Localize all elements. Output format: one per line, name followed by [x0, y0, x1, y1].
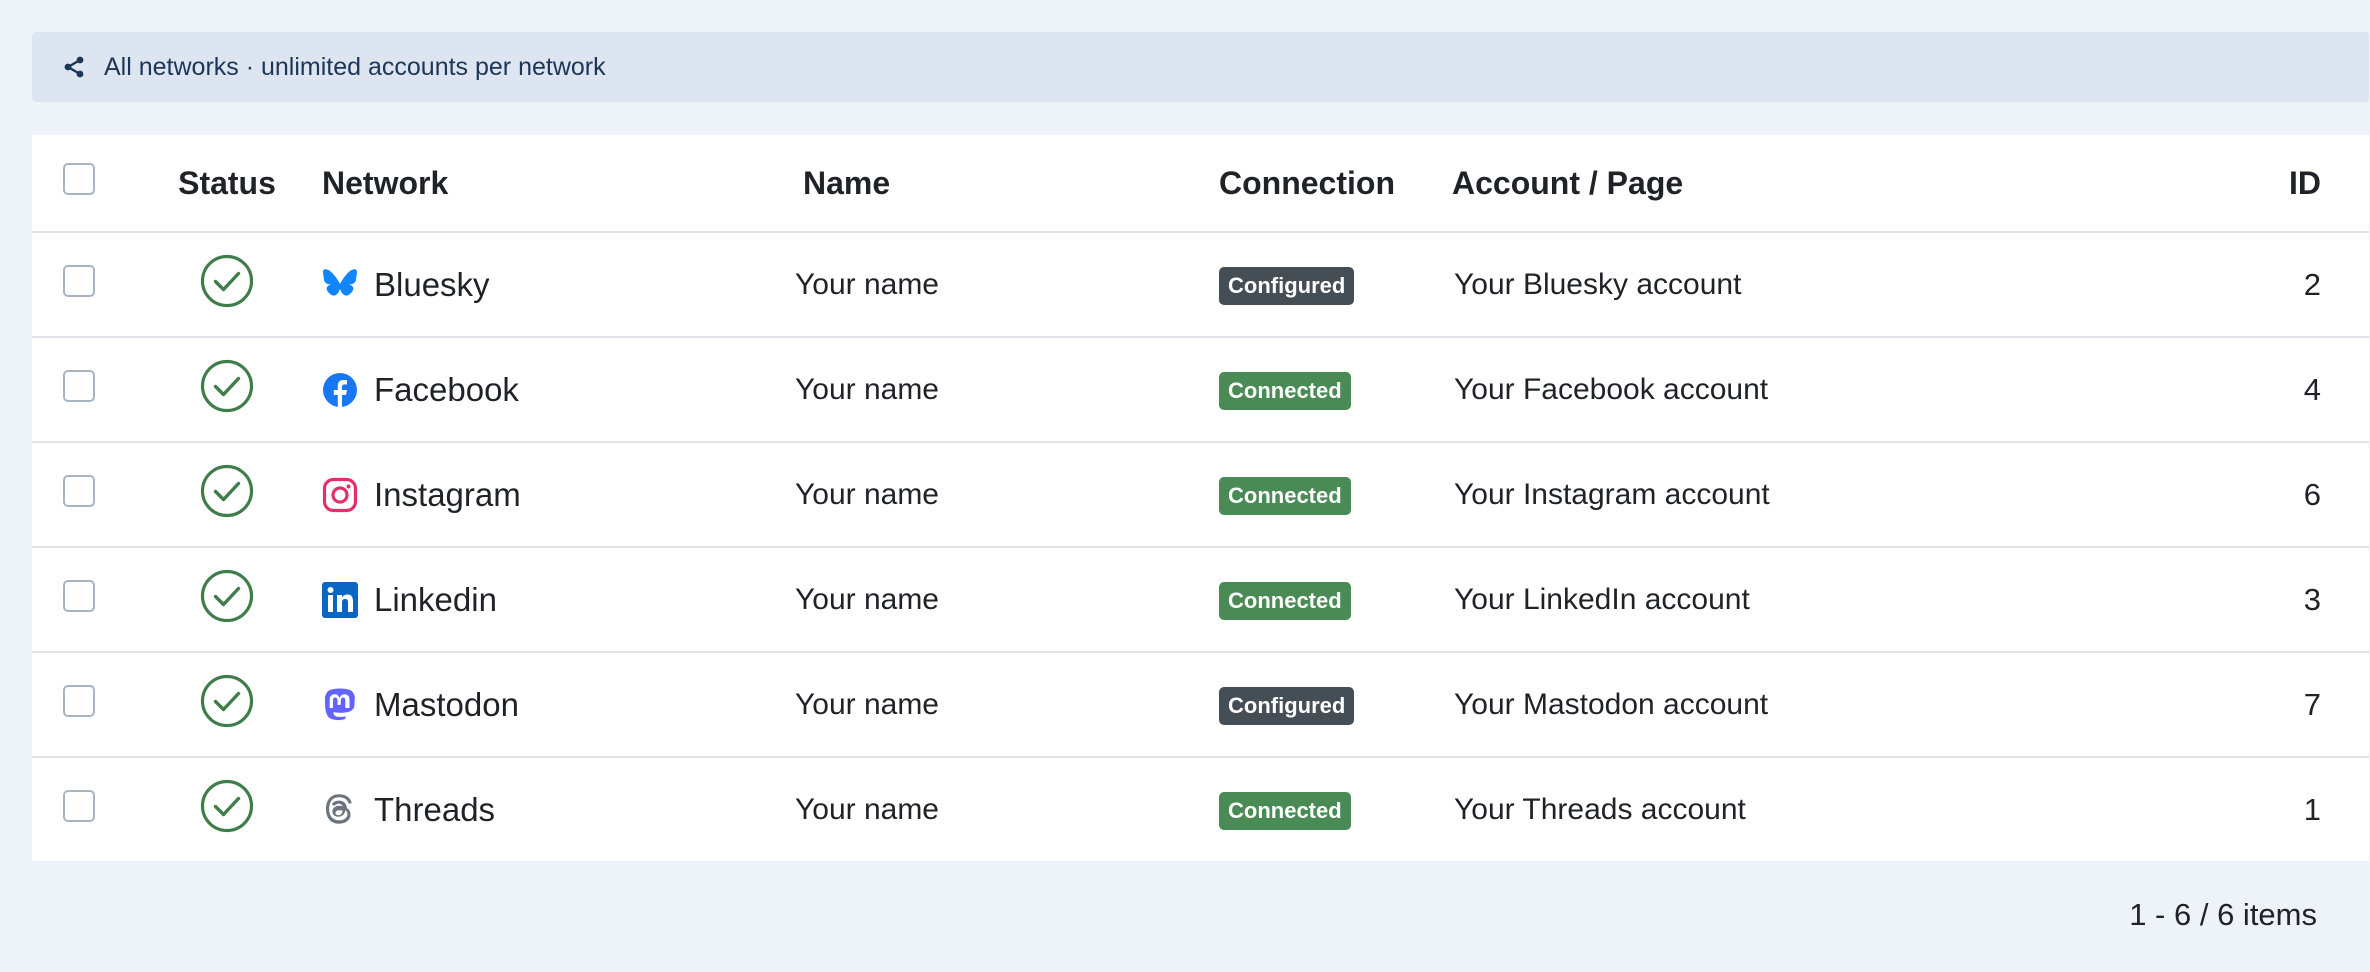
- connection-status-badge: Configured: [1219, 266, 1355, 305]
- row-select-cell: [32, 232, 132, 337]
- connection-status-badge: Connected: [1219, 371, 1351, 410]
- column-header-connection[interactable]: Connection: [1219, 135, 1452, 232]
- row-checkbox[interactable]: [63, 579, 95, 612]
- select-all-checkbox[interactable]: [63, 163, 95, 195]
- table-row[interactable]: Mastodon Your name Configured Your Mastodon…: [32, 652, 2369, 757]
- network-cell: Instagram: [322, 442, 789, 547]
- select-all-cell: [32, 135, 132, 232]
- name-cell[interactable]: Your name: [789, 547, 1219, 652]
- network-cell: Facebook: [322, 337, 789, 442]
- connection-cell: Connected: [1219, 757, 1452, 862]
- row-checkbox[interactable]: [63, 369, 95, 402]
- network-cell: Threads: [322, 757, 789, 862]
- status-cell: [132, 337, 322, 442]
- account-cell: Your Facebook account: [1454, 372, 1769, 406]
- pagination-summary: 1 - 6 / 6 items: [2129, 897, 2317, 932]
- table-row[interactable]: Threads Your name Connected Your Threads ac…: [32, 757, 2369, 862]
- table-header-row: Status Network Name Connection Account /…: [32, 135, 2369, 232]
- table-row[interactable]: Instagram Your name Connected Your Instagra…: [32, 442, 2369, 547]
- status-cell: [132, 547, 322, 652]
- info-banner: All networks · unlimited accounts per ne…: [32, 32, 2369, 102]
- info-banner-text: All networks · unlimited accounts per ne…: [104, 52, 606, 81]
- column-header-status[interactable]: Status: [132, 135, 322, 232]
- check-circle-icon[interactable]: [200, 464, 254, 518]
- account-cell: Your LinkedIn account: [1454, 582, 1750, 616]
- network-label[interactable]: Instagram: [374, 476, 521, 514]
- mastodon-icon: [322, 687, 358, 723]
- account-cell: Your Threads account: [1454, 793, 1746, 826]
- account-cell: Your Mastodon account: [1454, 687, 1769, 721]
- id-cell: 2: [2303, 266, 2321, 302]
- connection-status-badge: Connected: [1219, 476, 1351, 515]
- instagram-icon: [322, 477, 358, 513]
- accounts-table: Status Network Name Connection Account /…: [32, 135, 2369, 861]
- id-cell: 3: [2303, 581, 2321, 617]
- network-label[interactable]: Threads: [374, 791, 495, 829]
- id-cell: 4: [2303, 371, 2321, 407]
- network-cell: Linkedin: [322, 547, 789, 652]
- table-row[interactable]: Bluesky Your name Configured Your Bluesky a…: [32, 232, 2369, 337]
- threads-icon: [322, 792, 358, 828]
- row-checkbox[interactable]: [63, 790, 95, 822]
- connection-status-badge: Configured: [1219, 686, 1355, 725]
- check-circle-icon[interactable]: [200, 779, 254, 833]
- network-label[interactable]: Mastodon: [374, 686, 519, 724]
- name-cell[interactable]: Your name: [789, 442, 1219, 547]
- network-cell: Mastodon: [322, 652, 789, 757]
- connection-cell: Connected: [1219, 547, 1452, 652]
- network-cell: Bluesky: [322, 232, 789, 337]
- row-select-cell: [32, 547, 132, 652]
- table-row[interactable]: Linkedin Your name Connected Your LinkedIn …: [32, 547, 2369, 652]
- row-select-cell: [32, 652, 132, 757]
- status-cell: [132, 232, 322, 337]
- check-circle-icon[interactable]: [200, 569, 254, 623]
- id-cell: 7: [2303, 686, 2321, 722]
- account-cell: Your Bluesky account: [1454, 267, 1742, 301]
- status-cell: [132, 652, 322, 757]
- network-label[interactable]: Facebook: [374, 371, 519, 409]
- id-cell: 6: [2303, 476, 2321, 512]
- connection-status-badge: Connected: [1219, 792, 1351, 830]
- status-cell: [132, 442, 322, 547]
- network-label[interactable]: Bluesky: [374, 266, 490, 304]
- connection-cell: Connected: [1219, 337, 1452, 442]
- id-cell: 1: [2303, 792, 2321, 827]
- account-cell: Your Instagram account: [1454, 477, 1770, 511]
- name-cell[interactable]: Your name: [789, 757, 1219, 862]
- status-cell: [132, 757, 322, 862]
- check-circle-icon[interactable]: [200, 254, 254, 308]
- connection-status-badge: Connected: [1219, 581, 1351, 620]
- name-cell[interactable]: Your name: [789, 232, 1219, 337]
- column-header-account[interactable]: Account / Page: [1452, 135, 2269, 232]
- row-checkbox[interactable]: [63, 684, 95, 717]
- row-checkbox[interactable]: [63, 264, 95, 297]
- check-circle-icon[interactable]: [200, 359, 254, 413]
- facebook-icon: [322, 372, 358, 408]
- check-circle-icon[interactable]: [200, 674, 254, 728]
- table-row[interactable]: Facebook Your name Connected Your Facebook …: [32, 337, 2369, 442]
- row-checkbox[interactable]: [63, 474, 95, 507]
- column-header-id[interactable]: ID: [2269, 135, 2369, 232]
- row-select-cell: [32, 757, 132, 862]
- name-cell[interactable]: Your name: [789, 337, 1219, 442]
- row-select-cell: [32, 442, 132, 547]
- connection-cell: Configured: [1219, 232, 1452, 337]
- bluesky-icon: [322, 267, 358, 303]
- share-nodes-icon: [62, 53, 90, 81]
- linkedin-icon: [322, 581, 358, 618]
- network-label[interactable]: Linkedin: [374, 581, 497, 619]
- column-header-name[interactable]: Name: [789, 135, 1219, 232]
- column-header-network[interactable]: Network: [322, 135, 789, 232]
- connection-cell: Connected: [1219, 442, 1452, 547]
- name-cell[interactable]: Your name: [789, 652, 1219, 757]
- row-select-cell: [32, 337, 132, 442]
- connection-cell: Configured: [1219, 652, 1452, 757]
